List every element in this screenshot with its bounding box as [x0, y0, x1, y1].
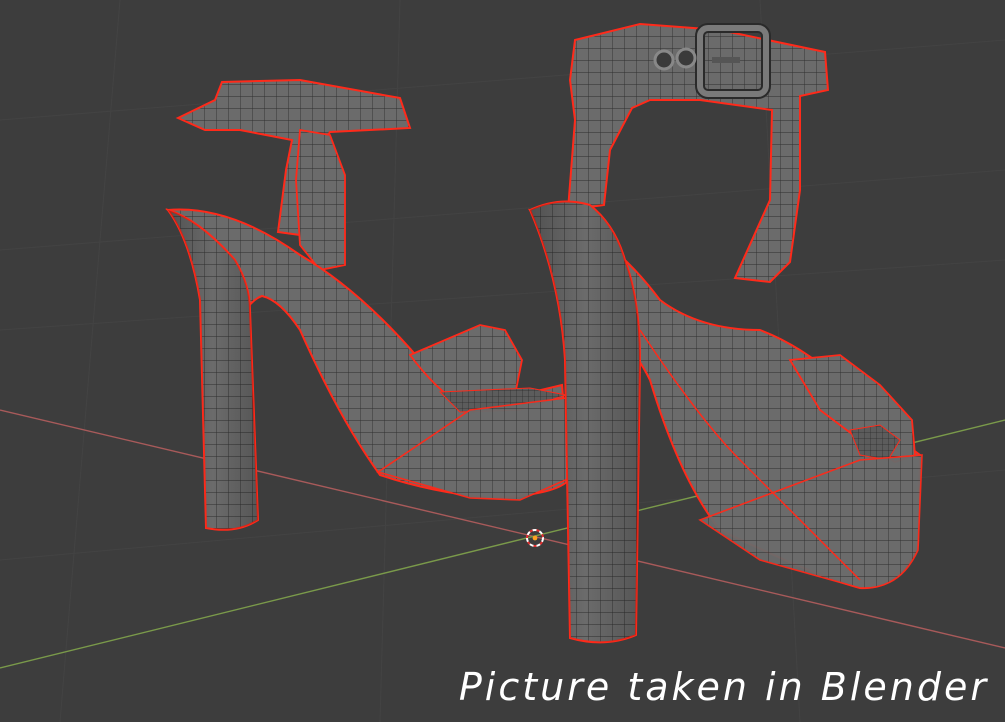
strap-hole-2 [675, 47, 697, 69]
strap-hole-1 [653, 49, 675, 71]
right-shoe[interactable] [527, 22, 923, 644]
left-ankle-strap [175, 78, 412, 237]
viewport-scene[interactable] [0, 0, 1005, 722]
left-back-strap [295, 128, 346, 271]
left-shoe[interactable] [165, 78, 572, 531]
caption-text: Picture taken in Blender [458, 665, 989, 709]
3d-viewport[interactable]: Picture taken in Blender [0, 0, 1005, 722]
